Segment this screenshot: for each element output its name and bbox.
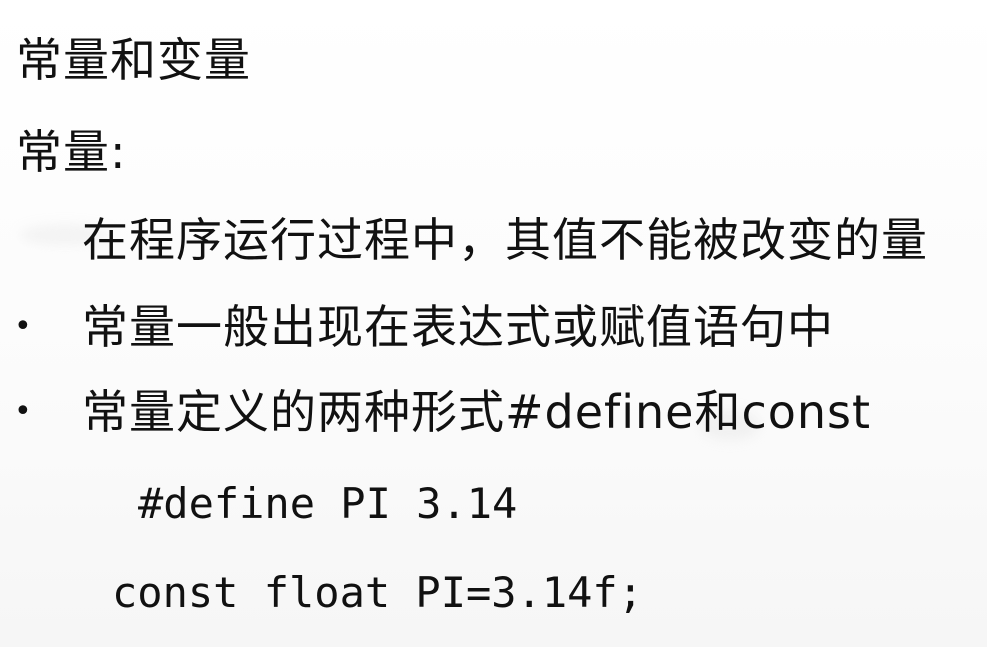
bullet-marker: • — [14, 394, 33, 429]
bullet-item: • 常量定义的两种形式#define和const — [14, 382, 871, 442]
code-example-define: #define PI 3.14 — [138, 479, 518, 528]
slide: 常量和变量 常量: 在程序运行过程中，其值不能被改变的量 • 常量一般出现在表达式… — [0, 0, 987, 647]
bullet-marker: • — [14, 309, 33, 344]
slide-title: 常量和变量 — [16, 33, 251, 87]
bullet-text: 常量一般出现在表达式或赋值语句中 — [82, 300, 834, 354]
code-example-const: const float PI=3.14f; — [112, 568, 644, 617]
bullet-text: 常量定义的两种形式#define和const — [82, 385, 872, 439]
bullet-item: • 常量一般出现在表达式或赋值语句中 — [14, 297, 834, 357]
definition-text: 在程序运行过程中，其值不能被改变的量 — [82, 213, 928, 267]
section-heading: 常量: — [16, 125, 127, 179]
